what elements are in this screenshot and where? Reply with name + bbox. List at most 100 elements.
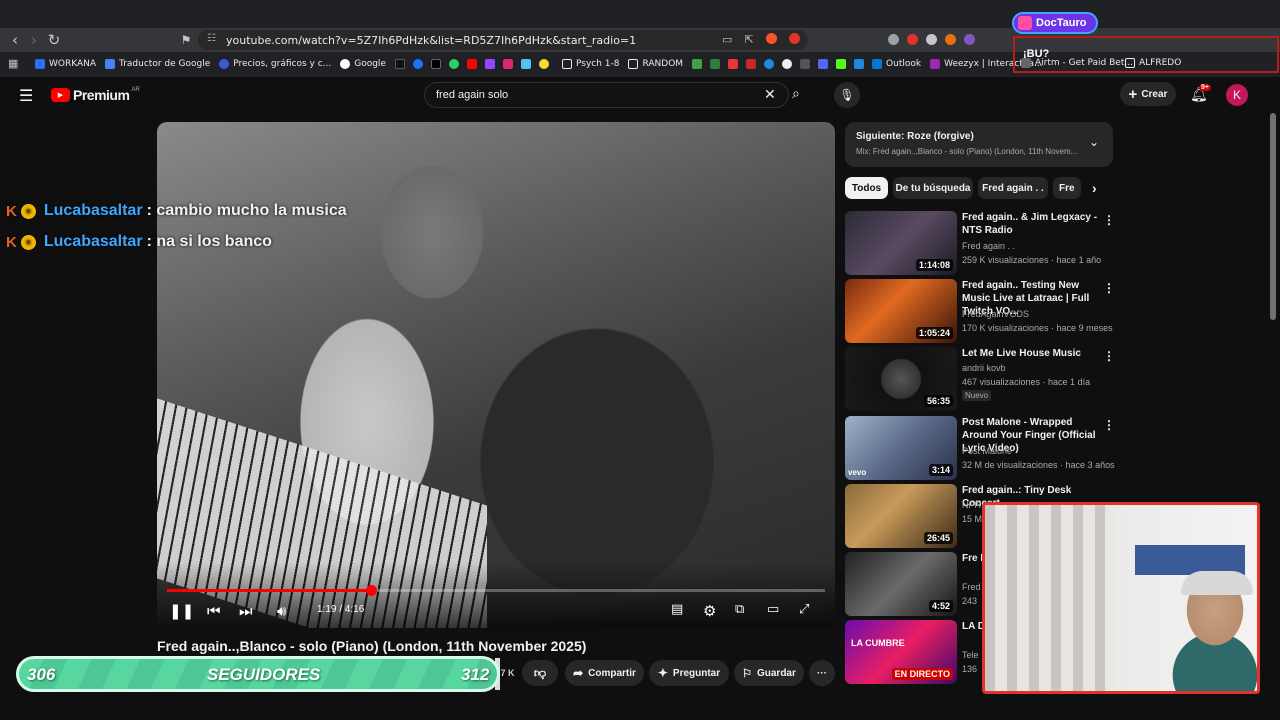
bookmark-workana[interactable]: WORKANA bbox=[35, 58, 96, 69]
bookmark-ext[interactable] bbox=[746, 58, 760, 69]
bookmark-google[interactable]: Google bbox=[340, 58, 386, 69]
cast-icon[interactable]: ▭ bbox=[767, 602, 779, 617]
next-icon[interactable]: ⏭ bbox=[239, 602, 253, 620]
dislike-button[interactable]: 👎︎ bbox=[522, 660, 558, 686]
previous-icon[interactable]: ⏮ bbox=[207, 602, 221, 620]
bookmark-translate[interactable]: Traductor de Google bbox=[105, 58, 210, 69]
clear-search-icon[interactable]: ✕ bbox=[764, 86, 776, 103]
volume-icon[interactable]: 🔊︎ bbox=[277, 602, 286, 620]
more-options-icon[interactable]: ⋮ bbox=[1103, 281, 1115, 295]
bookmark-ext[interactable] bbox=[692, 58, 706, 69]
bookmark-icon[interactable]: ⚑ bbox=[176, 30, 196, 50]
weezyx-icon bbox=[930, 58, 941, 69]
share-page-icon[interactable]: ⇱ bbox=[744, 33, 753, 46]
video-item-title: Let Me Live House Music bbox=[962, 348, 1081, 359]
list-item[interactable]: 1:05:24 Fred again.. Testing New Music L… bbox=[845, 279, 1115, 343]
fullscreen-icon[interactable]: ⤢ bbox=[799, 602, 809, 617]
list-item[interactable]: vevo 3:14 Post Malone - Wrapped Around Y… bbox=[845, 416, 1115, 480]
extension-icon[interactable] bbox=[907, 34, 918, 45]
bookmark-psych[interactable]: Psych 1-8 bbox=[561, 58, 619, 69]
chevron-right-icon[interactable]: › bbox=[1092, 180, 1097, 196]
subtitles-icon[interactable]: ▤ bbox=[671, 602, 683, 617]
search-icon[interactable]: ⌕ bbox=[792, 86, 800, 102]
site-info-icon[interactable]: ☷ bbox=[207, 33, 216, 44]
save-button[interactable]: ⚐ Guardar bbox=[734, 660, 804, 686]
channel-name: Fred again . . bbox=[962, 241, 1016, 251]
bookmark-outlook[interactable]: Outlook bbox=[872, 58, 921, 69]
chip-more[interactable]: Fre bbox=[1053, 177, 1081, 199]
bookmark-twitch[interactable] bbox=[484, 58, 499, 69]
bookmark-facebook[interactable] bbox=[412, 58, 427, 69]
video-thumbnail[interactable]: 56:35 bbox=[845, 347, 957, 411]
video-thumbnail[interactable]: 4:52 bbox=[845, 552, 957, 616]
list-item[interactable]: 1:14:08 Fred again.. & Jim Legxacy - NTS… bbox=[845, 211, 1115, 275]
bookmark-ext[interactable] bbox=[836, 58, 850, 69]
video-thumbnail[interactable]: LA CUMBRE EN DIRECTO bbox=[845, 620, 957, 684]
video-thumbnail[interactable]: vevo 3:14 bbox=[845, 416, 957, 480]
bookmark-ext[interactable] bbox=[728, 58, 742, 69]
chip-fred-again[interactable]: Fred again . . bbox=[978, 177, 1048, 199]
bookmark-x[interactable] bbox=[430, 58, 445, 69]
more-options-icon[interactable]: ⋮ bbox=[1103, 418, 1115, 432]
forward-icon[interactable]: › bbox=[24, 30, 44, 50]
chevron-down-icon[interactable]: ⌄ bbox=[1089, 135, 1099, 149]
pause-icon[interactable]: ❚❚ bbox=[169, 602, 194, 620]
chat-username: Lucabasaltar bbox=[43, 202, 143, 219]
channel-name: Fred bbox=[962, 582, 981, 592]
bookmark-ext[interactable] bbox=[782, 58, 796, 69]
bookmark-airtm[interactable]: Airtm - Get Paid Bet... bbox=[1021, 58, 1133, 68]
bookmark-random[interactable]: RANDOM bbox=[628, 58, 683, 69]
extension-icon[interactable] bbox=[945, 34, 956, 45]
chip-all[interactable]: Todos bbox=[845, 177, 888, 199]
video-player[interactable]: ❚❚ ⏮ ⏭ 🔊︎ 1:19 / 4:16 ▤ ⚙ ⧉ ▭ ⤢ bbox=[157, 122, 835, 628]
create-button[interactable]: + Crear bbox=[1120, 82, 1176, 106]
ask-button[interactable]: ✦ Preguntar bbox=[649, 660, 729, 686]
more-actions-button[interactable]: ··· bbox=[809, 660, 835, 686]
video-thumbnail[interactable]: 1:05:24 bbox=[845, 279, 957, 343]
brave-rewards-icon[interactable] bbox=[788, 33, 800, 44]
bookmark-ext[interactable] bbox=[818, 58, 832, 69]
more-options-icon[interactable]: ⋮ bbox=[1103, 213, 1115, 227]
page-scrollbar[interactable] bbox=[1270, 113, 1276, 320]
miniplayer-icon[interactable]: ⧉ bbox=[735, 602, 744, 617]
extension-icon[interactable] bbox=[888, 34, 899, 45]
bookmark-youtube[interactable] bbox=[466, 58, 481, 69]
back-icon[interactable]: ‹ bbox=[5, 30, 25, 50]
list-item[interactable]: 56:35 Let Me Live House Music andrii kov… bbox=[845, 347, 1115, 411]
bookmark-tiktok[interactable] bbox=[394, 58, 409, 69]
bookmark-ext[interactable] bbox=[538, 58, 553, 69]
voice-search-icon[interactable]: 🎙 bbox=[834, 82, 860, 108]
tiktok-icon bbox=[394, 58, 405, 69]
reload-icon[interactable]: ↻ bbox=[44, 30, 64, 50]
share-button[interactable]: ➦ Compartir bbox=[565, 660, 644, 686]
extension-icon[interactable] bbox=[926, 34, 937, 45]
more-options-icon[interactable]: ⋮ bbox=[1103, 349, 1115, 363]
bookmark-ext[interactable] bbox=[800, 58, 814, 69]
video-thumbnail[interactable]: 26:45 bbox=[845, 484, 957, 548]
bookmark-ext[interactable] bbox=[520, 58, 535, 69]
scrubber-handle[interactable] bbox=[365, 585, 377, 596]
ext-icon bbox=[854, 58, 865, 69]
address-bar[interactable]: ☷ youtube.com/watch?v=5Z7Ih6PdHzk&list=R… bbox=[198, 30, 808, 50]
menu-icon[interactable]: ☰ bbox=[19, 86, 33, 105]
avatar[interactable]: K bbox=[1226, 84, 1248, 106]
youtube-logo[interactable]: ▶ Premium AR bbox=[51, 87, 140, 103]
bookmark-instagram[interactable] bbox=[502, 58, 517, 69]
chip-from-search[interactable]: De tu búsqueda bbox=[893, 177, 973, 199]
screen-icon[interactable]: ▭ bbox=[722, 33, 732, 46]
bookmark-ext[interactable] bbox=[710, 58, 724, 69]
share-label: Compartir bbox=[588, 667, 636, 679]
bookmark-precios[interactable]: Precios, gráficos y c... bbox=[219, 58, 331, 69]
up-next-panel[interactable]: Siguiente: Roze (forgive) Mix: Fred agai… bbox=[845, 122, 1113, 167]
apps-icon[interactable]: ▦ bbox=[8, 57, 18, 70]
video-thumbnail[interactable]: 1:14:08 bbox=[845, 211, 957, 275]
settings-icon[interactable]: ⚙ bbox=[703, 602, 716, 620]
search-input[interactable]: fred again solo ✕ bbox=[424, 82, 789, 108]
bookmark-whatsapp[interactable] bbox=[448, 58, 463, 69]
extension-icon[interactable] bbox=[964, 34, 975, 45]
bookmark-alfredo[interactable]: ALFREDO bbox=[1125, 58, 1181, 68]
bookmark-ext[interactable] bbox=[854, 58, 868, 69]
brave-shield-icon[interactable] bbox=[765, 33, 777, 44]
thumbnail-text: LA CUMBRE bbox=[851, 638, 905, 648]
bookmark-ext[interactable] bbox=[764, 58, 778, 69]
